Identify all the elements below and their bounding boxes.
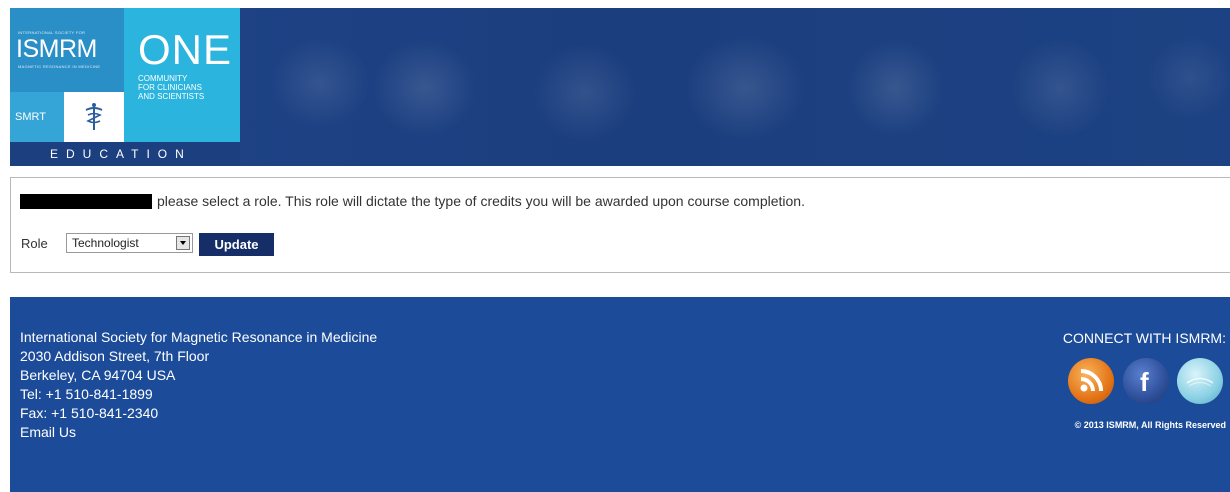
caduceus-icon [85, 103, 103, 130]
role-label: Role [21, 236, 48, 251]
ismrm-logo-tile: INTERNATIONAL SOCIETY FOR ISMRM MAGNETIC… [10, 8, 124, 92]
svg-text:f: f [1140, 367, 1149, 397]
facebook-icon[interactable]: f [1123, 358, 1169, 404]
education-bar: EDUCATION [10, 142, 240, 166]
society-name: International Society for Magnetic Reson… [20, 329, 378, 345]
header-banner: INTERNATIONAL SOCIETY FOR ISMRM MAGNETIC… [10, 8, 1230, 166]
social-network-icon[interactable] [1177, 358, 1223, 404]
fax-number: Fax: +1 510-841-2340 [20, 405, 159, 421]
role-select[interactable]: Technologist [66, 233, 193, 253]
phone-number: Tel: +1 510-841-1899 [20, 386, 153, 402]
logo-name: ISMRM [16, 35, 97, 63]
logo-one: ONE [138, 26, 233, 73]
rss-icon[interactable] [1068, 358, 1114, 404]
city-address: Berkeley, CA 94704 USA [20, 367, 176, 383]
email-us-link[interactable]: Email Us [20, 423, 377, 442]
logo-community-line: COMMUNITY [138, 74, 188, 83]
smrt-label: SMRT [15, 111, 46, 123]
role-selection-panel: please select a role. This role will dic… [10, 177, 1230, 273]
logo-community: COMMUNITY FOR CLINICIANS AND SCIENTISTS [138, 74, 204, 101]
chevron-down-icon[interactable] [176, 236, 190, 250]
smrt-logo-tile: SMRT [10, 92, 64, 142]
copyright-notice: © 2013 ISMRM, All Rights Reserved [1074, 420, 1226, 430]
role-select-value: Technologist [72, 236, 139, 250]
footer-address: International Society for Magnetic Reson… [20, 328, 377, 442]
one-logo-tile: ONE COMMUNITY FOR CLINICIANS AND SCIENTI… [124, 8, 240, 142]
connect-heading: CONNECT WITH ISMRM: [1062, 330, 1226, 346]
role-instruction: please select a role. This role will dic… [157, 193, 805, 209]
caduceus-logo-tile [64, 92, 124, 142]
logo-community-line: AND SCIENTISTS [138, 92, 205, 101]
logo-small-bottom: MAGNETIC RESONANCE IN MEDICINE [18, 64, 101, 69]
redacted-user-name [20, 194, 152, 209]
footer: International Society for Magnetic Reson… [10, 297, 1230, 492]
logo-community-line: FOR CLINICIANS [138, 83, 203, 92]
update-button[interactable]: Update [199, 233, 274, 256]
ismrm-logo[interactable]: INTERNATIONAL SOCIETY FOR ISMRM MAGNETIC… [10, 8, 240, 166]
education-label: EDUCATION [50, 147, 192, 161]
street-address: 2030 Addison Street, 7th Floor [20, 348, 210, 364]
